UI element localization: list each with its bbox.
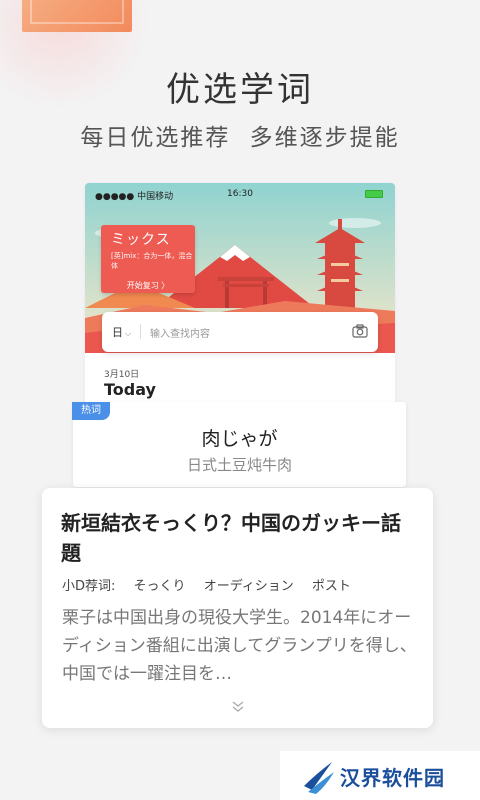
watermark-footer: 汉界软件园 [280,751,480,800]
news-excerpt: 栗子は中国出身の現役大学生。2014年にオーディション番組に出演してグランプリを… [62,608,417,684]
brand-logo-icon [304,762,334,794]
daily-word-meaning: [英]mix：合为一体，混合体 [111,252,193,270]
phone-preview: ●●●●● 中国移动 16:30 ミックス [英]mix：合为一体，混合体 开始… [85,183,395,423]
news-title: 新垣結衣そっくり？中国のガッキー話題 [61,511,401,565]
hot-word-card[interactable]: 热词 肉じゃが 日式土豆炖牛肉 [72,402,406,487]
language-selector[interactable]: 日 ⌵ [112,324,131,340]
hot-word-meaning: 日式土豆炖牛肉 [186,456,292,474]
start-review-button[interactable]: 开始复习 〉 [101,280,195,291]
decor-box [22,0,132,32]
today-heading: Today [104,380,156,399]
page-subtitle: 每日优选推荐 多维逐步提能 [80,125,400,151]
recommended-words: 小D荐词: そっくり オーディション ポスト [62,575,365,594]
hot-word-badge: 热词 [72,402,110,420]
search-input[interactable]: 输入查找内容 [150,325,210,340]
carrier-signal: ●●●●● 中国移动 [95,192,174,202]
search-divider [140,324,141,339]
battery-icon [365,190,383,198]
clock: 16:30 [227,189,253,199]
brand-name: 汉界软件园 [340,766,445,790]
search-bar[interactable]: 日 ⌵ 输入查找内容 [102,312,378,352]
hot-word: 肉じゃが [201,428,278,450]
language-label: 日 [112,326,123,339]
page-title: 优选学词 [166,70,314,110]
recommended-words-label: 小D荐词: [62,579,116,594]
daily-word-card[interactable]: ミックス [英]mix：合为一体，混合体 开始复习 〉 [101,225,195,293]
recommended-word[interactable]: ポスト [312,579,351,594]
expand-chevron-icon[interactable] [230,698,246,714]
camera-icon[interactable] [352,324,368,338]
news-card[interactable]: 新垣結衣そっくり？中国のガッキー話題 小D荐词: そっくり オーディション ポス… [42,488,433,728]
status-bar: ●●●●● 中国移动 16:30 [85,183,395,205]
recommended-word[interactable]: オーディション [204,579,294,594]
recommended-word[interactable]: そっくり [134,579,186,594]
chevron-down-icon: ⌵ [125,329,132,338]
date-label: 3月10日 [104,370,140,380]
daily-word: ミックス [111,232,171,248]
